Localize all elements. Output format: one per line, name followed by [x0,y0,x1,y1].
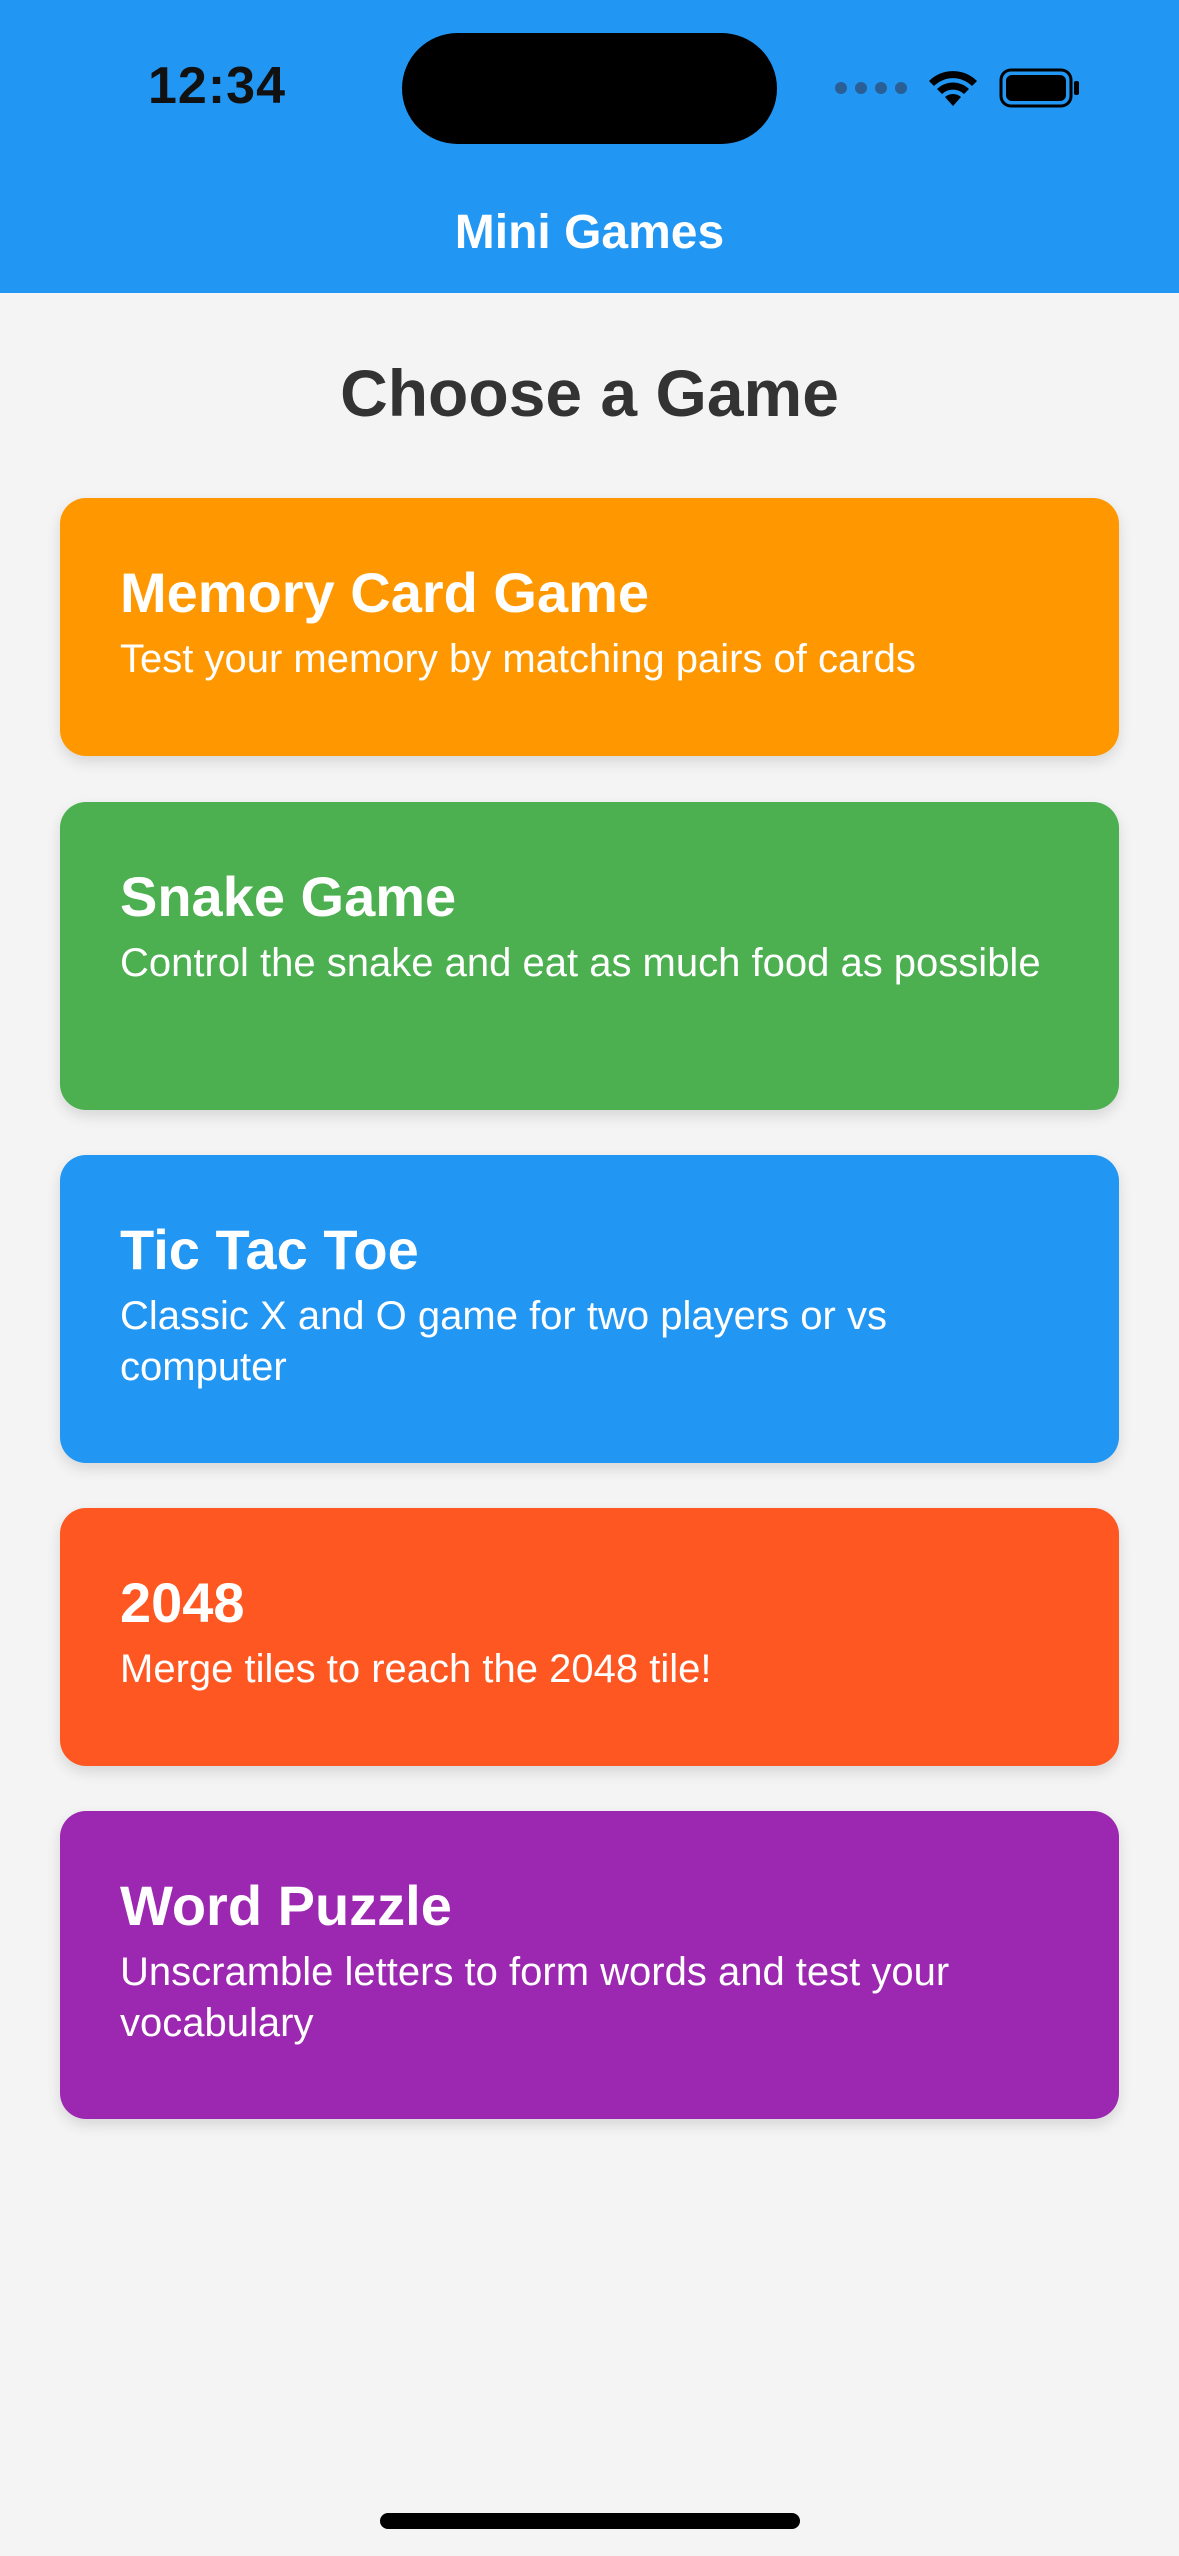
status-icons [835,66,1081,110]
header-title: Mini Games [454,206,725,259]
game-card-word-puzzle[interactable]: Word Puzzle Unscramble letters to form w… [60,1811,1119,2119]
game-card-title: Tic Tac Toe [120,1218,419,1281]
game-card-description: Test your memory by matching pairs of ca… [120,636,916,681]
game-card-title: Memory Card Game [120,561,650,624]
wifi-icon [929,71,977,106]
battery-icon [999,68,1079,108]
page-title: Choose a Game [340,356,839,430]
app-screen: 12:34 Mini Games Choose a Game Memory Ca… [0,0,1179,2556]
game-card-tic-tac-toe[interactable]: Tic Tac Toe Classic X and O game for two… [60,1155,1119,1463]
game-card-memory[interactable]: Memory Card Game Test your memory by mat… [60,498,1119,756]
app-header: 12:34 Mini Games [0,0,1179,293]
status-time: 12:34 [148,57,286,115]
game-card-title: Snake Game [120,865,457,928]
game-card-description: Control the snake and eat as much food a… [120,940,1041,985]
game-card-description: Merge tiles to reach the 2048 tile! [120,1646,712,1691]
game-card-2048[interactable]: 2048 Merge tiles to reach the 2048 tile! [60,1508,1119,1766]
game-card-description: Unscramble letters to form words and tes… [120,1949,950,2045]
game-card-description: Classic X and O game for two players or … [120,1293,887,1389]
game-card-title: Word Puzzle [120,1874,452,1937]
game-card-snake[interactable]: Snake Game Control the snake and eat as … [60,802,1119,1110]
dynamic-island [402,33,777,144]
cellular-signal-icon [835,82,907,94]
home-indicator[interactable] [380,2513,800,2529]
game-card-title: 2048 [120,1571,245,1634]
